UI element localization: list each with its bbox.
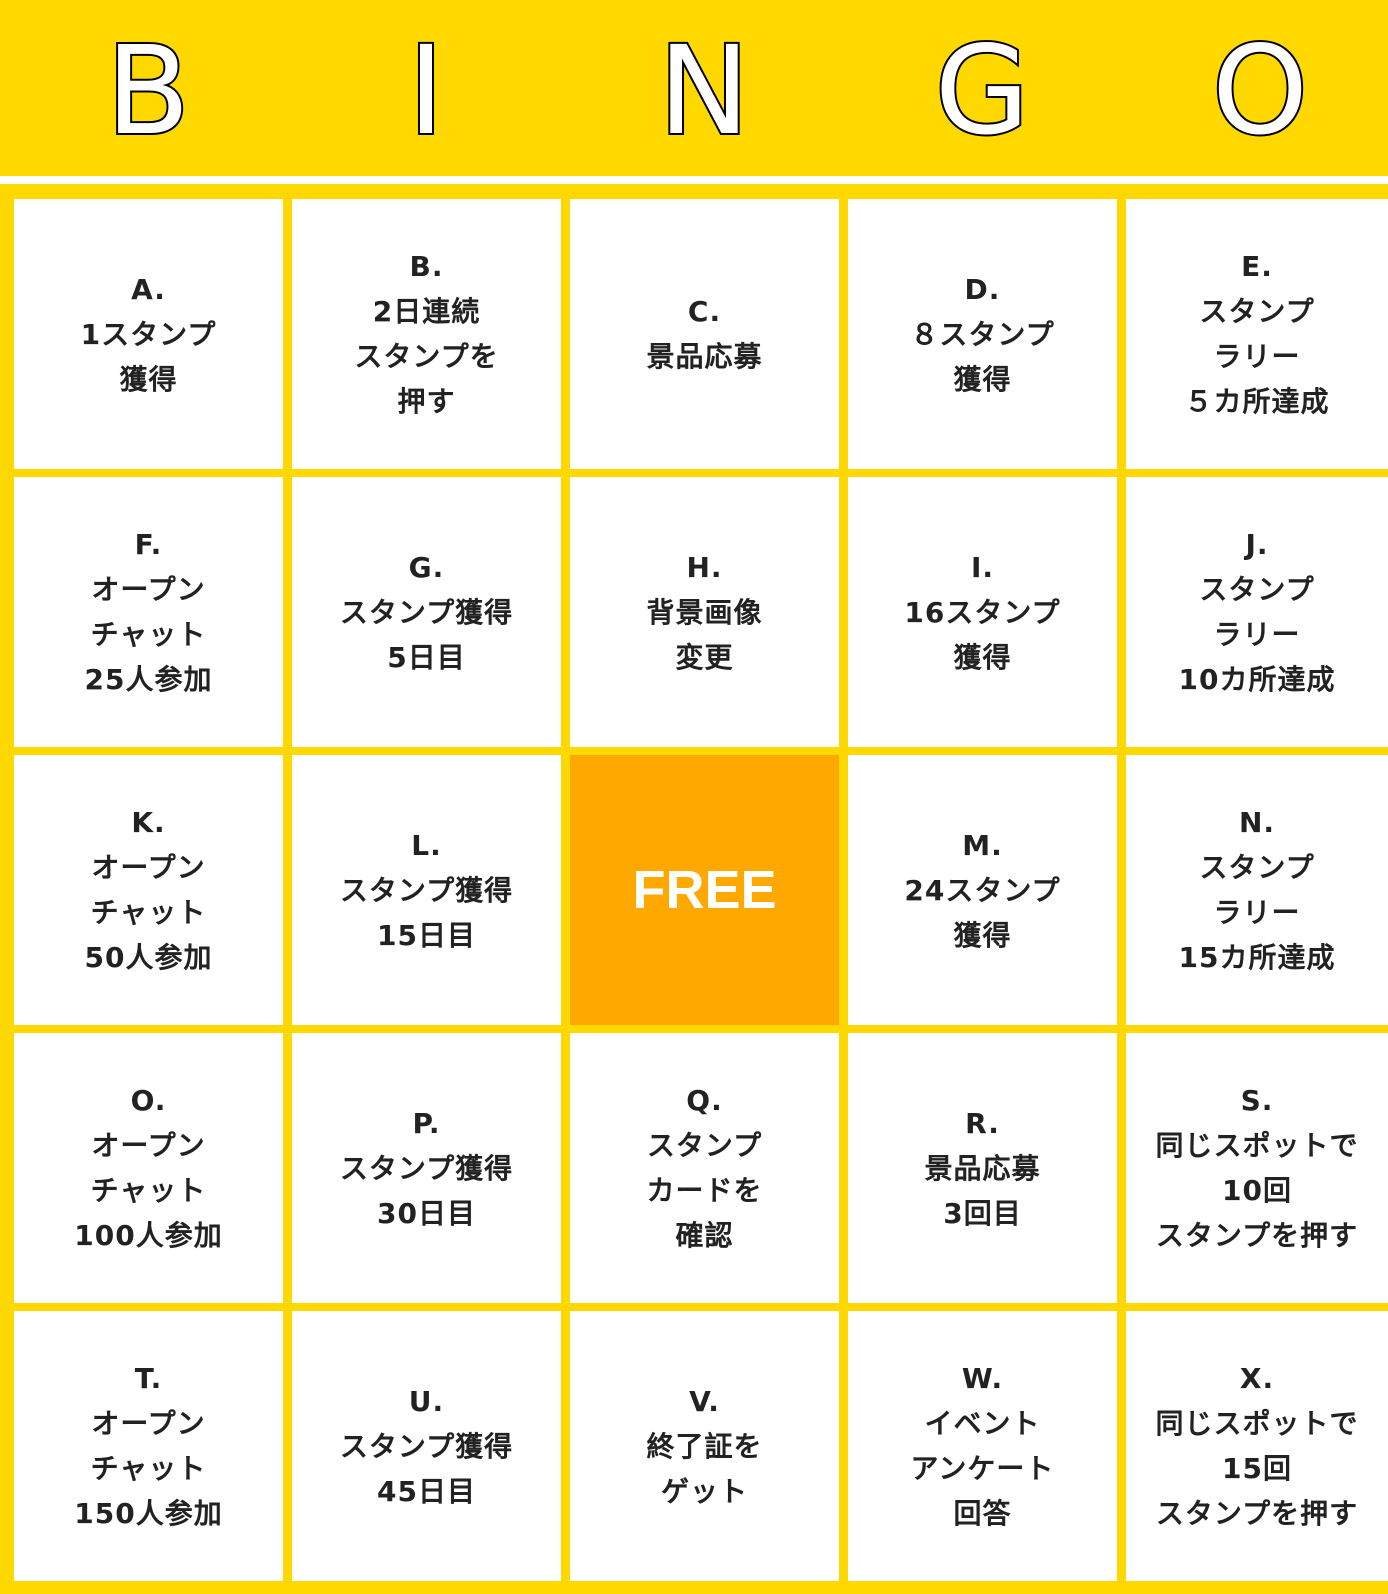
- cell-label: F. オープン チャット 25人参加: [84, 528, 213, 696]
- cell-label: I. 16スタンプ 獲得: [904, 550, 1061, 674]
- cell-label: N. スタンプ ラリー 15カ所達成: [1178, 806, 1336, 974]
- cell-label: U. スタンプ獲得 45日目: [339, 1384, 514, 1508]
- header-letter-b: B: [104, 18, 192, 164]
- bingo-cell-m[interactable]: M. 24スタンプ 獲得: [848, 755, 1117, 1025]
- bingo-cell-w[interactable]: W. イベント アンケート 回答: [848, 1311, 1117, 1581]
- cell-label: O. オープン チャット 100人参加: [74, 1084, 223, 1252]
- bingo-cell-d[interactable]: D. ８スタンプ 獲得: [848, 199, 1117, 469]
- bingo-cell-s[interactable]: S. 同じスポットで 10回 スタンプを押す: [1126, 1033, 1388, 1303]
- free-space-label: FREE: [632, 859, 777, 920]
- bingo-cell-x[interactable]: X. 同じスポットで 15回 スタンプを押す: [1126, 1311, 1388, 1581]
- cell-label: S. 同じスポットで 10回 スタンプを押す: [1155, 1084, 1359, 1252]
- bingo-cell-n[interactable]: N. スタンプ ラリー 15カ所達成: [1126, 755, 1388, 1025]
- cell-label: G. スタンプ獲得 5日目: [339, 550, 514, 674]
- header-letter-i: I: [406, 18, 446, 164]
- bingo-cell-f[interactable]: F. オープン チャット 25人参加: [14, 477, 283, 747]
- bingo-cell-k[interactable]: K. オープン チャット 50人参加: [14, 755, 283, 1025]
- cell-label: D. ８スタンプ 獲得: [910, 272, 1055, 396]
- cell-label: X. 同じスポットで 15回 スタンプを押す: [1155, 1362, 1359, 1530]
- cell-label: R. 景品応募 3回目: [924, 1106, 1041, 1230]
- bingo-cell-e[interactable]: E. スタンプ ラリー ５カ所達成: [1126, 199, 1388, 469]
- bingo-cell-p[interactable]: P. スタンプ獲得 30日目: [292, 1033, 561, 1303]
- cell-label: M. 24スタンプ 獲得: [904, 828, 1061, 952]
- bingo-cell-v[interactable]: V. 終了証を ゲット: [570, 1311, 839, 1581]
- cell-label: V. 終了証を ゲット: [646, 1384, 763, 1508]
- header-letter-o: O: [1210, 18, 1310, 164]
- cell-label: H. 背景画像 変更: [646, 550, 763, 674]
- bingo-card: B I N G O A. 1スタンプ 獲得 B. 2日連続 スタンプを 押す C…: [0, 0, 1388, 1594]
- free-space-cell[interactable]: FREE: [570, 755, 839, 1025]
- bingo-cell-q[interactable]: Q. スタンプ カードを 確認: [570, 1033, 839, 1303]
- bingo-cell-j[interactable]: J. スタンプ ラリー 10カ所達成: [1126, 477, 1388, 747]
- cell-label: P. スタンプ獲得 30日目: [339, 1106, 514, 1230]
- bingo-cell-t[interactable]: T. オープン チャット 150人参加: [14, 1311, 283, 1581]
- cell-label: A. 1スタンプ 獲得: [80, 272, 217, 396]
- cell-label: K. オープン チャット 50人参加: [84, 806, 213, 974]
- bingo-cell-l[interactable]: L. スタンプ獲得 15日目: [292, 755, 561, 1025]
- bingo-grid: A. 1スタンプ 獲得 B. 2日連続 スタンプを 押す C. 景品応募 D. …: [14, 199, 1388, 1584]
- cell-label: L. スタンプ獲得 15日目: [339, 828, 514, 952]
- bingo-cell-r[interactable]: R. 景品応募 3回目: [848, 1033, 1117, 1303]
- bingo-cell-a[interactable]: A. 1スタンプ 獲得: [14, 199, 283, 469]
- header-letter-n: N: [656, 18, 751, 164]
- cell-label: Q. スタンプ カードを 確認: [646, 1084, 763, 1252]
- bingo-cell-u[interactable]: U. スタンプ獲得 45日目: [292, 1311, 561, 1581]
- bingo-header: B I N G O: [0, 0, 1388, 176]
- cell-label: J. スタンプ ラリー 10カ所達成: [1178, 528, 1336, 696]
- bingo-cell-b[interactable]: B. 2日連続 スタンプを 押す: [292, 199, 561, 469]
- bingo-cell-c[interactable]: C. 景品応募: [570, 199, 839, 469]
- bingo-cell-i[interactable]: I. 16スタンプ 獲得: [848, 477, 1117, 747]
- bingo-cell-h[interactable]: H. 背景画像 変更: [570, 477, 839, 747]
- header-divider: [0, 176, 1388, 184]
- cell-label: E. スタンプ ラリー ５カ所達成: [1184, 250, 1330, 418]
- cell-label: T. オープン チャット 150人参加: [74, 1362, 223, 1530]
- bingo-cell-o[interactable]: O. オープン チャット 100人参加: [14, 1033, 283, 1303]
- bingo-cell-g[interactable]: G. スタンプ獲得 5日目: [292, 477, 561, 747]
- header-letter-g: G: [933, 18, 1032, 164]
- cell-label: C. 景品応募: [646, 295, 763, 373]
- cell-label: B. 2日連続 スタンプを 押す: [354, 250, 499, 418]
- cell-label: W. イベント アンケート 回答: [910, 1362, 1055, 1530]
